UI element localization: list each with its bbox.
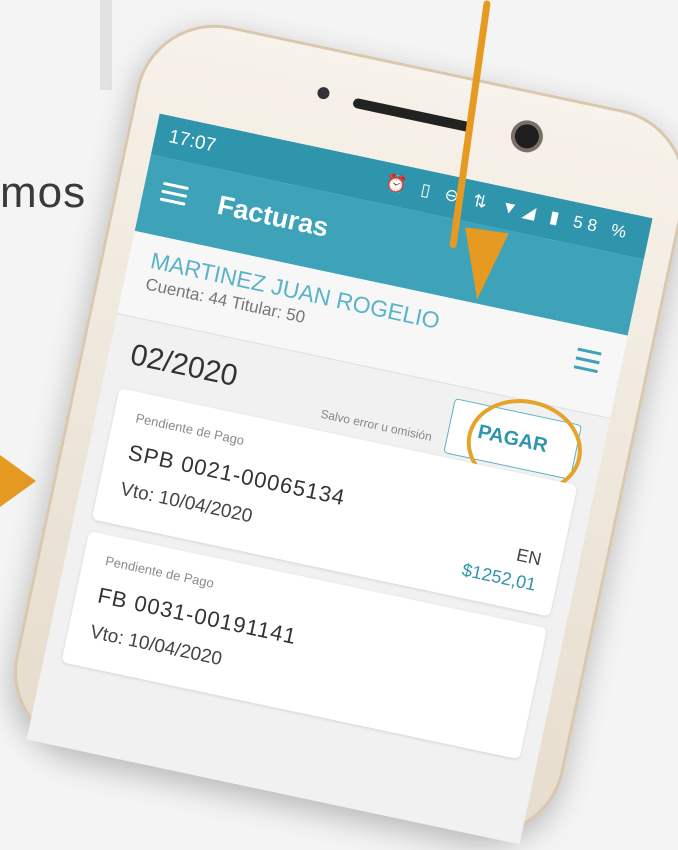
front-camera-icon	[512, 122, 542, 151]
period-date: 02/2020	[127, 338, 241, 393]
invoice-status: Pendiente de Pago	[134, 410, 246, 449]
menu-icon[interactable]	[159, 181, 189, 207]
background-text: mos	[0, 168, 87, 217]
phone-mockup: 17:07 ⏰ ▯ ⊖ ⇅ ▼◢ ▮ 58 % Facturas MARTINE…	[0, 9, 678, 850]
proximity-sensor	[316, 86, 331, 101]
left-arrow-icon	[0, 455, 36, 507]
status-time: 17:07	[166, 126, 218, 157]
filter-icon[interactable]	[573, 347, 602, 378]
page-title: Facturas	[214, 189, 332, 243]
invoice-currency: EN	[514, 544, 544, 570]
speaker-grille	[352, 97, 472, 133]
invoice-status: Pendiente de Pago	[103, 553, 216, 591]
background-divider	[100, 0, 112, 90]
